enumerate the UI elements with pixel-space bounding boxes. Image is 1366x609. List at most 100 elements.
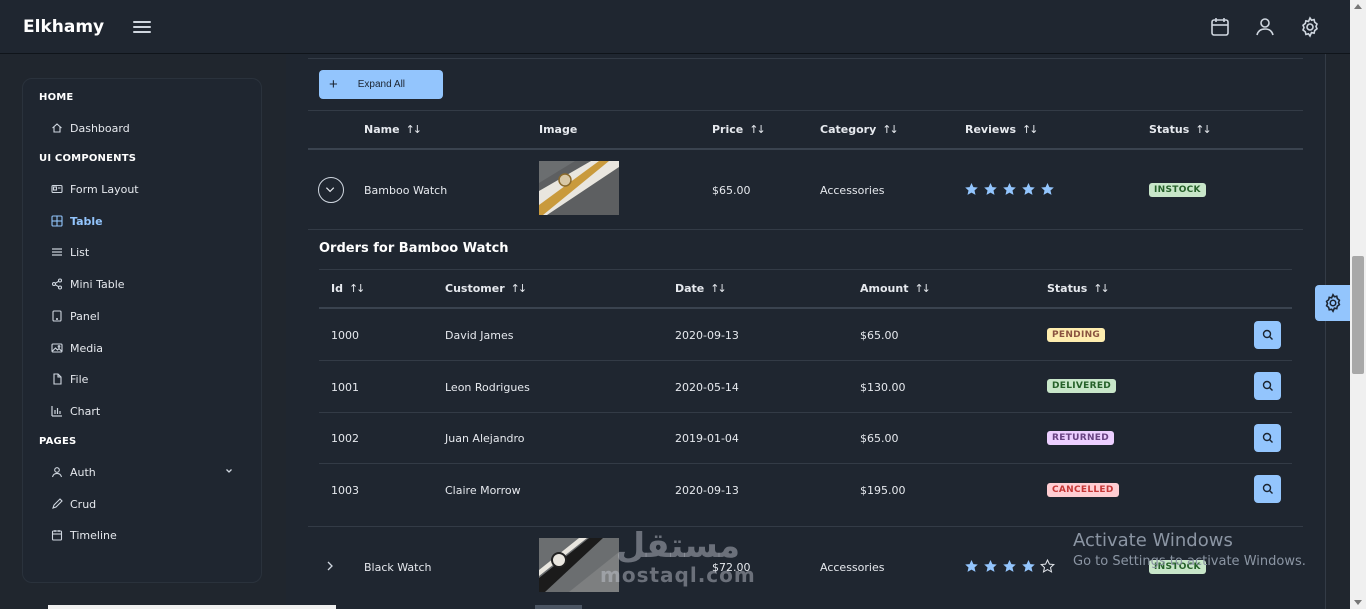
column-header-customer[interactable]: Customer ↑↓ [445, 282, 528, 295]
table-icon [51, 215, 63, 227]
status-badge: RETURNED [1047, 431, 1115, 445]
column-header-id[interactable]: Id ↑↓ [331, 282, 365, 295]
orders-title: Orders for Bamboo Watch [319, 241, 509, 256]
column-header-reviews[interactable]: Reviews ↑↓ [965, 123, 1039, 136]
rating-stars[interactable] [964, 559, 1055, 574]
view-order-button[interactable] [1254, 372, 1281, 400]
sort-icon: ↑↓ [1195, 123, 1212, 136]
sidebar-item-chart[interactable]: Chart [51, 401, 100, 421]
sort-icon: ↑↓ [405, 123, 423, 136]
row-expand-toggle[interactable] [318, 177, 344, 203]
watermark-line2: Go to Settings to activate Windows. [1073, 554, 1306, 569]
menu-icon[interactable] [131, 16, 153, 38]
sidebar-item-panel[interactable]: Panel [51, 306, 100, 326]
column-header-amount[interactable]: Amount ↑↓ [860, 282, 931, 295]
sort-icon: ↑↓ [914, 282, 931, 295]
star-filled-icon [965, 560, 978, 572]
product-name: Bamboo Watch [364, 184, 448, 197]
order-date: 2019-01-04 [675, 432, 739, 445]
vertical-scrollbar[interactable] [1350, 0, 1366, 609]
product-name: Black Watch [364, 561, 432, 574]
column-header-category[interactable]: Category ↑↓ [820, 123, 899, 136]
sidebar-item-table[interactable]: Table [51, 211, 103, 231]
star-filled-icon [984, 560, 997, 572]
sidebar-item-label: File [70, 372, 89, 386]
column-header-order-status[interactable]: Status ↑↓ [1047, 282, 1110, 295]
app-brand[interactable]: Elkhamy [23, 17, 104, 37]
sidebar-item-media[interactable]: Media [51, 338, 103, 358]
calendar-icon [51, 530, 63, 541]
sidebar-item-timeline[interactable]: Timeline [51, 525, 117, 545]
id-card-icon [51, 184, 63, 194]
order-amount: $130.00 [860, 381, 906, 394]
sidebar-item-label: Dashboard [70, 121, 130, 135]
product-category: Accessories [820, 184, 885, 197]
sort-icon: ↑↓ [882, 123, 899, 136]
view-order-button[interactable] [1254, 424, 1281, 452]
chart-bar-icon [51, 406, 62, 417]
status-badge: DELIVERED [1047, 379, 1117, 393]
chevron-down-icon [325, 187, 335, 193]
star-filled-icon [1003, 183, 1016, 195]
sidebar-item-mini-table[interactable]: Mini Table [51, 274, 125, 294]
main-divider [1325, 54, 1326, 609]
file-icon [53, 373, 62, 385]
sidebar-item-dashboard[interactable]: Dashboard [51, 118, 130, 138]
gear-icon [1325, 293, 1340, 313]
scroll-down-icon[interactable] [1354, 600, 1362, 605]
sort-icon: ↑↓ [749, 123, 766, 136]
calendar-icon[interactable] [1208, 15, 1232, 39]
order-customer: David James [445, 329, 514, 342]
search-icon [1262, 380, 1273, 391]
column-header-price[interactable]: Price ↑↓ [712, 123, 766, 136]
column-header-date[interactable]: Date ↑↓ [675, 282, 727, 295]
sidebar-section-ui-components: UI COMPONENTS [39, 153, 137, 164]
star-filled-icon [1022, 560, 1035, 572]
divider [308, 58, 1303, 59]
divider [319, 269, 1292, 270]
column-header-name[interactable]: Name ↑↓ [364, 123, 423, 136]
sidebar-item-label: Mini Table [70, 277, 125, 291]
sidebar-item-file[interactable]: File [51, 369, 88, 389]
mostaql-watermark: مستقل mostaql.com [600, 528, 756, 586]
status-badge: CANCELLED [1047, 483, 1119, 497]
status-badge: PENDING [1047, 328, 1106, 342]
sort-icon: ↑↓ [1022, 123, 1039, 136]
sidebar-item-crud[interactable]: Crud [51, 494, 96, 514]
sort-icon: ↑↓ [510, 282, 528, 295]
divider [308, 110, 1303, 111]
scroll-up-icon[interactable] [1354, 4, 1362, 9]
product-image [539, 161, 619, 215]
sidebar-item-list[interactable]: List [51, 242, 89, 262]
divider [308, 148, 1303, 150]
horizontal-scrollbar-thumb[interactable] [535, 605, 582, 609]
sidebar-item-form-layout[interactable]: Form Layout [51, 179, 139, 199]
user-icon[interactable] [1253, 15, 1277, 39]
chevron-down-icon[interactable] [224, 466, 234, 476]
sidebar-item-label: Table [70, 214, 103, 228]
order-date: 2020-09-13 [675, 484, 739, 497]
column-header-image: Image [539, 123, 578, 136]
rating-stars[interactable] [964, 182, 1055, 197]
star-filled-icon [1022, 183, 1035, 195]
view-order-button[interactable] [1254, 321, 1281, 349]
product-price: $65.00 [712, 184, 751, 197]
sidebar-item-auth[interactable]: Auth [51, 462, 96, 482]
order-date: 2020-09-13 [675, 329, 739, 342]
settings-icon[interactable] [1298, 15, 1322, 39]
star-filled-icon [965, 183, 978, 195]
expand-all-button[interactable]: + Expand All [319, 70, 443, 99]
column-header-status[interactable]: Status ↑↓ [1149, 123, 1212, 136]
chevron-right-icon[interactable] [324, 559, 336, 573]
sidebar-item-label: Timeline [70, 528, 117, 542]
pencil-icon [52, 498, 63, 509]
watermark-line1: Activate Windows [1073, 530, 1233, 551]
order-customer: Claire Morrow [445, 484, 521, 497]
scrollbar-thumb[interactable] [1352, 256, 1364, 374]
view-order-button[interactable] [1254, 475, 1281, 503]
layout-config-button[interactable] [1315, 285, 1350, 321]
tablet-icon [52, 310, 62, 322]
horizontal-scrollbar[interactable] [48, 605, 336, 609]
order-customer: Leon Rodrigues [445, 381, 530, 394]
search-icon [1262, 483, 1273, 494]
